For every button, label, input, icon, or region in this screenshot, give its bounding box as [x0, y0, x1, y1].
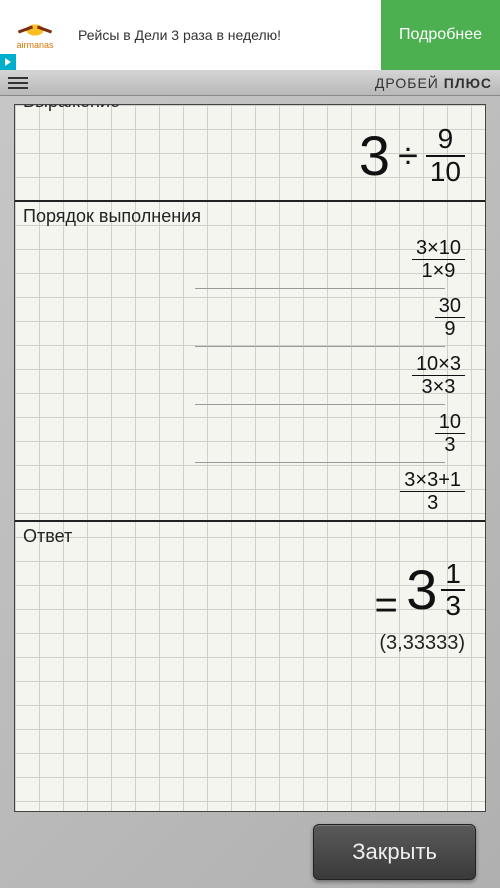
ad-brand-text: airmanas: [16, 40, 53, 50]
menu-icon[interactable]: [8, 77, 28, 89]
app-title: ДРОБЕЙ ПЛЮС: [375, 75, 492, 91]
step-row: 30 9: [15, 289, 485, 346]
answer-whole: 3: [406, 562, 437, 618]
expression-operator: ÷: [398, 135, 418, 177]
ad-logo-icon: [20, 20, 50, 40]
expression-row: 3 ÷ 9 10: [15, 116, 485, 200]
close-button[interactable]: Закрыть: [313, 824, 476, 880]
expression-fraction: 9 10: [426, 124, 465, 188]
expression-label: Выражение: [15, 104, 485, 116]
step-row: 3×3+1 3: [15, 463, 485, 520]
ad-banner[interactable]: airmanas Рейсы в Дели 3 раза в неделю! П…: [0, 0, 500, 70]
paper-sheet: Выражение 3 ÷ 9 10 Порядок выполнения 3×…: [14, 104, 486, 812]
answer-fraction: 1 3: [441, 559, 465, 623]
answer-row: = 3 1 3: [15, 551, 485, 632]
adchoices-icon[interactable]: [0, 54, 16, 70]
step-row: 10×3 3×3: [15, 347, 485, 404]
expression-whole: 3: [359, 128, 390, 184]
topbar: ДРОБЕЙ ПЛЮС: [0, 70, 500, 96]
step-row: 3×10 1×9: [15, 231, 485, 288]
equals-sign: =: [374, 583, 397, 627]
steps-label: Порядок выполнения: [15, 202, 485, 231]
step-row: 10 3: [15, 405, 485, 462]
ad-cta-button[interactable]: Подробнее: [381, 0, 500, 70]
content-area: Выражение 3 ÷ 9 10 Порядок выполнения 3×…: [0, 96, 500, 888]
answer-label: Ответ: [15, 522, 485, 551]
button-row: Закрыть: [14, 812, 486, 880]
ad-text: Рейсы в Дели 3 раза в неделю!: [70, 27, 381, 43]
answer-decimal: (3,33333): [15, 632, 485, 663]
